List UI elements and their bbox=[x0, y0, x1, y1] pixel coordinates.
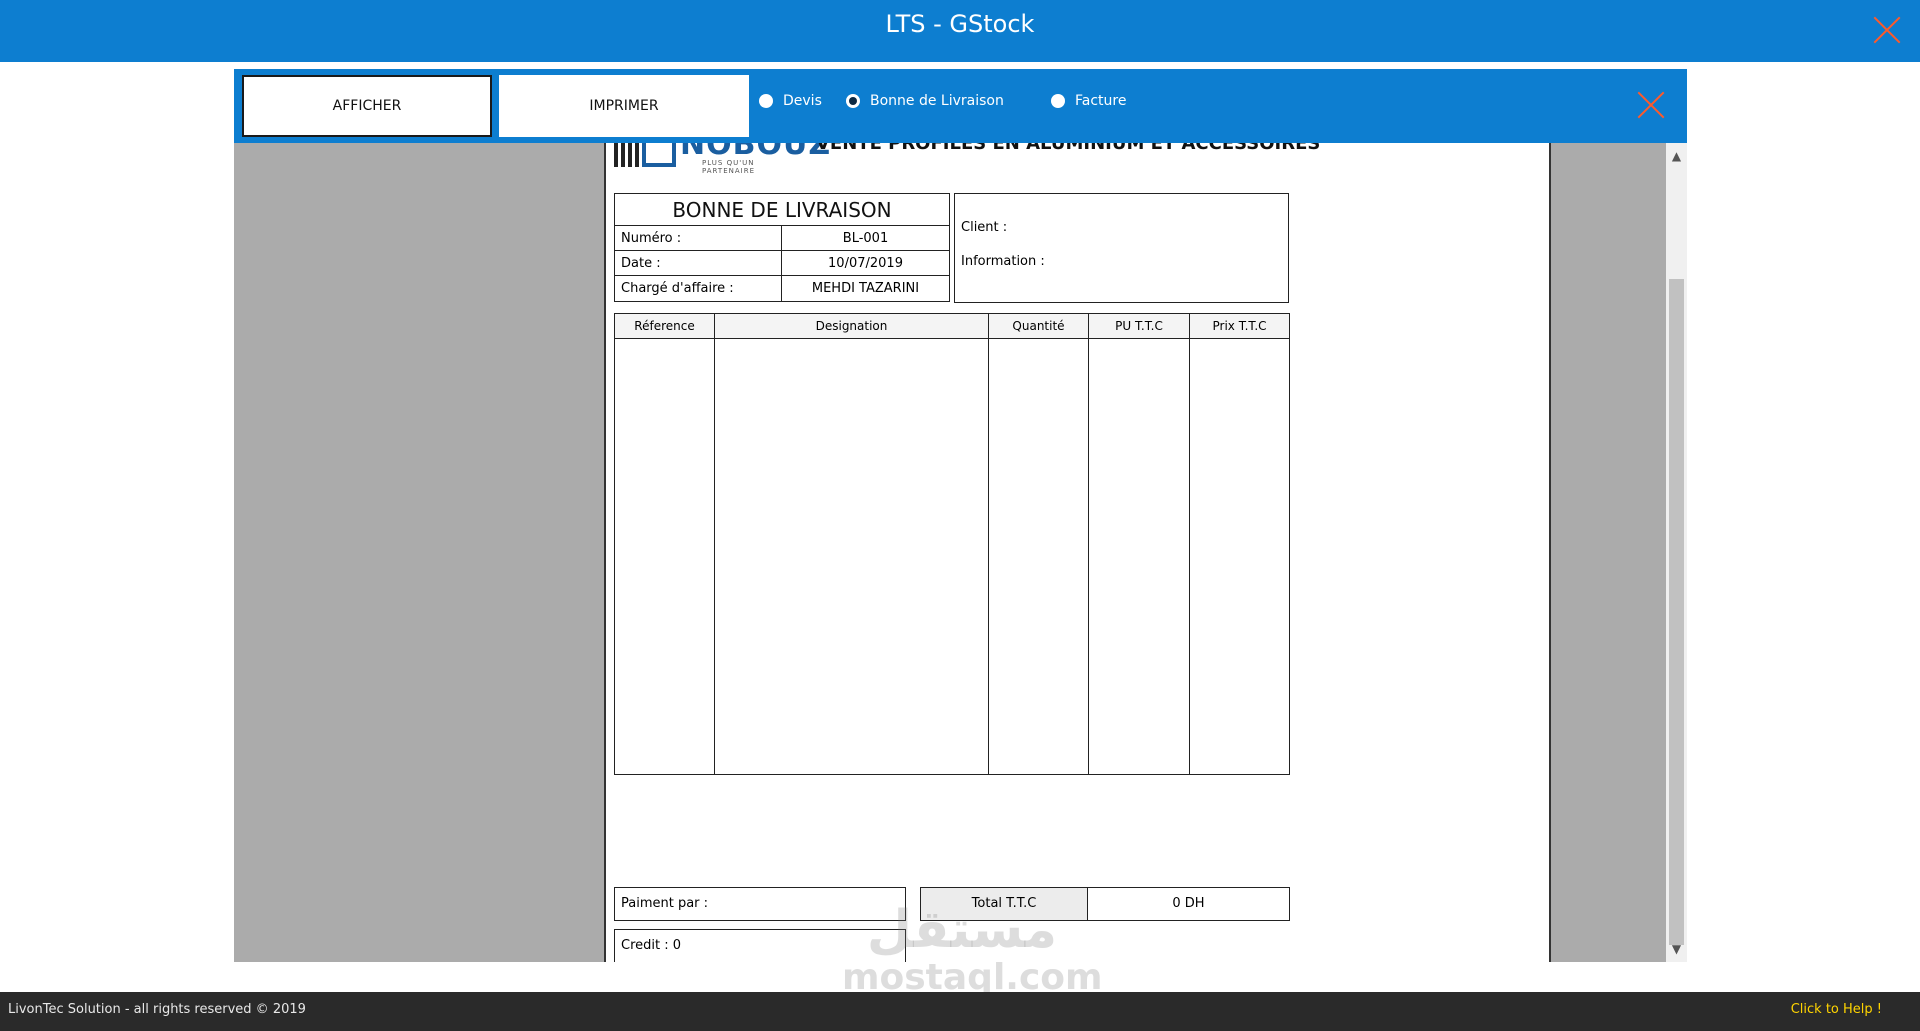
column-header: Quantité bbox=[989, 314, 1089, 338]
close-icon[interactable] bbox=[1872, 16, 1902, 46]
table-column bbox=[1089, 339, 1190, 774]
scroll-thumb[interactable] bbox=[1669, 279, 1684, 945]
radio-facture[interactable]: Facture bbox=[1051, 93, 1126, 109]
radio-bonne-de-livraison[interactable]: Bonne de Livraison bbox=[846, 93, 1004, 109]
credit-field: Credit : 0 bbox=[614, 929, 906, 962]
info-row: Numéro : BL-001 bbox=[615, 226, 949, 251]
document-title: BONNE DE LIVRAISON bbox=[615, 194, 949, 226]
watermark-latin: mostaql.com bbox=[842, 957, 1103, 998]
info-value: 10/07/2019 bbox=[828, 256, 903, 271]
company-logo: NOBOUZ PLUS QU'UN PARTENAIRE bbox=[614, 143, 830, 175]
table-header: Réference Designation Quantité PU T.T.C … bbox=[615, 314, 1289, 339]
delivery-info-box: BONNE DE LIVRAISON Numéro : BL-001 Date … bbox=[614, 193, 950, 302]
info-row: Chargé d'affaire : MEHDI TAZARINI bbox=[615, 276, 949, 301]
column-header: Designation bbox=[715, 314, 989, 338]
column-header: Prix T.T.C bbox=[1212, 319, 1267, 333]
total-label: Total T.T.C bbox=[921, 888, 1088, 920]
logo-mark-icon bbox=[642, 143, 676, 167]
report-panel: AFFICHER IMPRIMER Devis Bonne de Livrais… bbox=[234, 69, 1687, 962]
table-column bbox=[615, 339, 715, 774]
client-box: Client : Information : bbox=[954, 193, 1289, 303]
table-body bbox=[615, 339, 1289, 774]
app-title: LTS - GStock bbox=[885, 10, 1035, 38]
help-link[interactable]: Click to Help ! bbox=[1791, 1002, 1882, 1017]
total-box: Total T.T.C 0 DH bbox=[920, 887, 1290, 921]
radio-dot-checked-icon bbox=[846, 94, 860, 108]
table-column bbox=[1190, 339, 1289, 774]
items-table: Réference Designation Quantité PU T.T.C … bbox=[614, 313, 1290, 775]
document-page: NOBOUZ PLUS QU'UN PARTENAIRE VENTE PROFI… bbox=[604, 143, 1551, 962]
status-footer: LivonTec Solution - all rights reserved … bbox=[0, 992, 1920, 1031]
report-toolbar: AFFICHER IMPRIMER Devis Bonne de Livrais… bbox=[234, 69, 1687, 143]
info-value: MEHDI TAZARINI bbox=[811, 281, 920, 296]
info-label: Numéro : bbox=[615, 226, 782, 250]
radio-label: Bonne de Livraison bbox=[870, 93, 1004, 109]
column-header: Réference bbox=[615, 314, 715, 338]
client-label: Client : bbox=[961, 220, 1008, 235]
vertical-scrollbar[interactable]: ▲ ▼ bbox=[1666, 143, 1687, 962]
table-column bbox=[715, 339, 989, 774]
info-value: BL-001 bbox=[842, 231, 889, 246]
panel-close-icon[interactable] bbox=[1637, 91, 1665, 119]
info-label: Chargé d'affaire : bbox=[615, 276, 782, 301]
copyright-text: LivonTec Solution - all rights reserved … bbox=[8, 1002, 306, 1017]
column-header: PU T.T.C bbox=[1089, 314, 1190, 338]
table-column bbox=[989, 339, 1089, 774]
total-value: 0 DH bbox=[1172, 896, 1205, 911]
radio-label: Facture bbox=[1075, 93, 1127, 109]
radio-label: Devis bbox=[783, 93, 822, 109]
radio-dot-icon bbox=[759, 94, 773, 108]
information-label: Information : bbox=[961, 254, 1045, 269]
imprimer-button[interactable]: IMPRIMER bbox=[499, 75, 749, 137]
title-bar: LTS - GStock bbox=[0, 0, 1920, 62]
chevron-up-icon[interactable]: ▲ bbox=[1666, 147, 1687, 165]
logo-subtitle: PLUS QU'UN PARTENAIRE bbox=[702, 159, 755, 175]
company-slogan: VENTE PROFILES EN ALUMINIUM ET ACCESSOIR… bbox=[816, 143, 1321, 154]
radio-dot-icon bbox=[1051, 94, 1065, 108]
chevron-down-icon[interactable]: ▼ bbox=[1666, 940, 1687, 958]
payment-method-field: Paiment par : bbox=[614, 887, 906, 921]
info-label: Date : bbox=[615, 251, 782, 275]
barcode-icon bbox=[614, 143, 640, 167]
afficher-button[interactable]: AFFICHER bbox=[242, 75, 492, 137]
radio-devis[interactable]: Devis bbox=[759, 93, 822, 109]
info-row: Date : 10/07/2019 bbox=[615, 251, 949, 276]
